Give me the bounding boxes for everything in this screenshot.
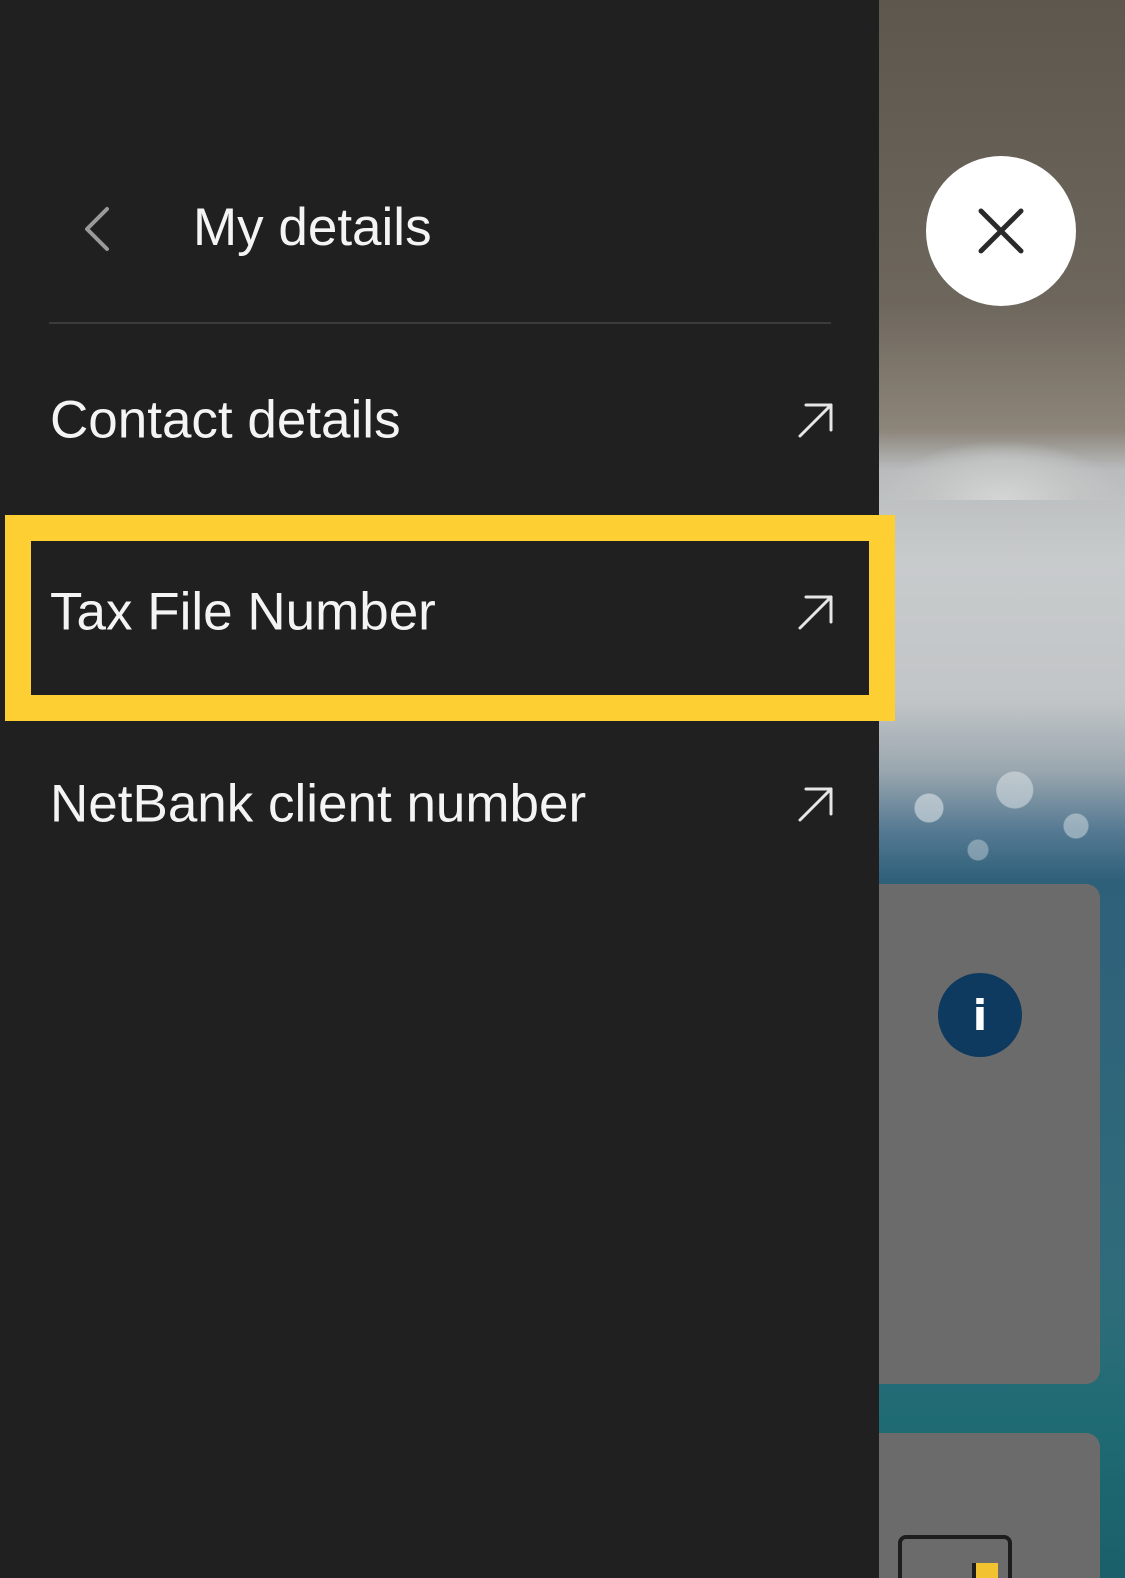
info-icon: i xyxy=(938,973,1022,1057)
menu-item-label: NetBank client number xyxy=(50,774,587,834)
shoreline-decoration xyxy=(880,440,1125,500)
header-divider xyxy=(49,322,831,324)
app-screen: i My details Contact details Tax File Nu… xyxy=(0,0,1125,1578)
info-icon-glyph: i xyxy=(972,990,988,1040)
close-button[interactable] xyxy=(926,156,1076,306)
device-icon-accent xyxy=(972,1563,998,1578)
back-button[interactable] xyxy=(72,196,122,262)
external-arrow-icon xyxy=(798,403,833,438)
menu-item-label: Tax File Number xyxy=(50,582,436,642)
wave-foam-decoration xyxy=(880,760,1125,880)
side-drawer: My details Contact details Tax File Numb… xyxy=(0,0,879,1578)
menu-item-contact-details[interactable]: Contact details xyxy=(0,360,879,480)
external-arrow-icon xyxy=(798,787,833,822)
external-arrow-icon xyxy=(798,595,833,630)
menu-item-label: Contact details xyxy=(50,390,401,450)
chevron-left-icon xyxy=(85,207,109,251)
close-icon xyxy=(978,208,1024,254)
background-info-card xyxy=(850,884,1100,1384)
menu-item-tax-file-number[interactable]: Tax File Number xyxy=(0,552,879,672)
menu-item-netbank-client-number[interactable]: NetBank client number xyxy=(0,744,879,864)
page-title: My details xyxy=(193,198,432,257)
device-icon xyxy=(898,1535,1012,1578)
